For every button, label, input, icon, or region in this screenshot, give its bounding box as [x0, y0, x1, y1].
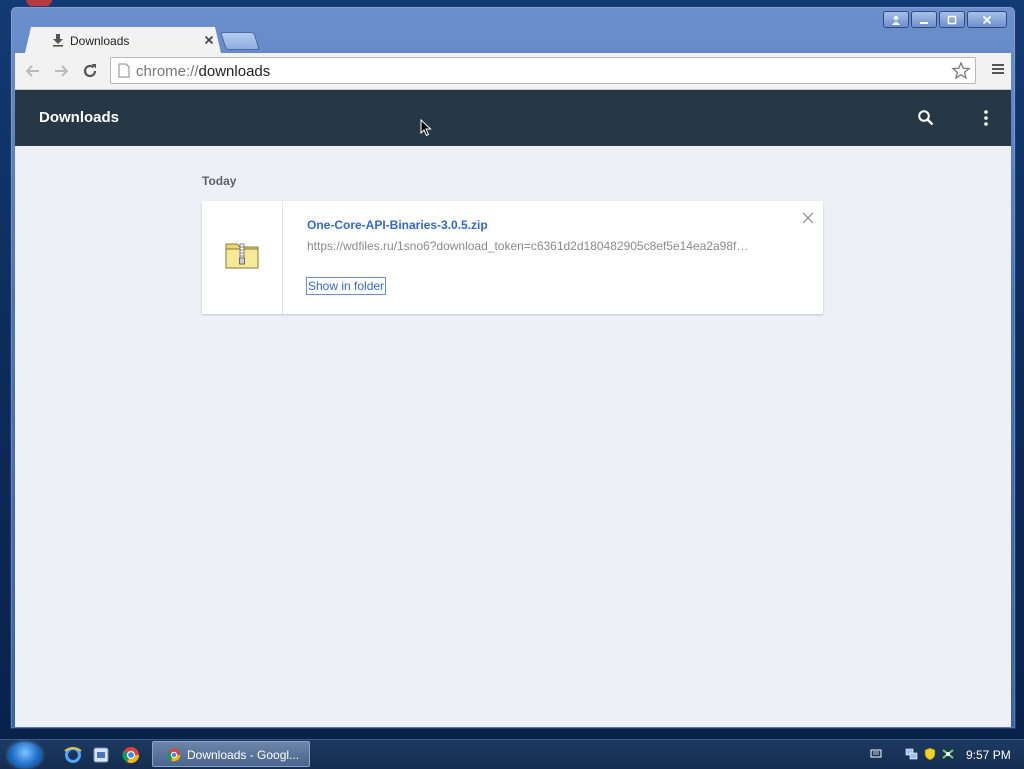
download-source-url[interactable]: https://wdfiles.ru/1sno6?download_token=… [307, 239, 782, 253]
file-icon-column [202, 201, 283, 314]
chrome-icon [167, 748, 181, 762]
reload-button[interactable] [80, 61, 100, 81]
tab-downloads[interactable]: Downloads [25, 27, 221, 53]
keyboard-icon[interactable] [870, 747, 882, 759]
minimize-button[interactable] [911, 11, 937, 28]
close-window-button[interactable] [967, 11, 1007, 28]
tab-close-icon[interactable] [203, 34, 215, 46]
internet-explorer-icon[interactable] [64, 746, 82, 764]
zip-folder-icon [225, 243, 259, 269]
downloads-page: Downloads Today One-Core-API-Binaries-3.… [15, 90, 1011, 727]
chrome-icon[interactable] [122, 746, 140, 764]
user-icon [892, 15, 900, 25]
download-file-name-link[interactable]: One-Core-API-Binaries-3.0.5.zip [307, 218, 488, 232]
window-controls [883, 11, 1007, 28]
download-icon [51, 33, 65, 47]
close-window-icon [982, 15, 992, 24]
browser-window: Downloads chrome://downloads Downloads T… [10, 6, 1016, 729]
forward-button[interactable] [51, 61, 71, 81]
page-icon [118, 63, 130, 78]
address-scheme: chrome:// [136, 63, 199, 80]
forward-arrow-icon [55, 65, 69, 77]
back-button[interactable] [23, 61, 43, 81]
reload-icon [83, 64, 97, 78]
taskbar-window-button[interactable]: Downloads - Googl... [152, 741, 310, 767]
tab-title: Downloads [70, 34, 130, 48]
taskbar: Downloads - Googl... 9:57 PM [0, 739, 1024, 769]
clock[interactable]: 9:57 PM [966, 748, 1011, 762]
new-tab-button[interactable] [220, 32, 260, 50]
user-profile-button[interactable] [883, 11, 909, 28]
date-section-label: Today [202, 174, 237, 188]
address-path: downloads [198, 63, 271, 80]
maximize-button[interactable] [939, 11, 965, 28]
hamburger-menu-icon[interactable] [991, 62, 1005, 76]
star-icon[interactable] [951, 61, 971, 81]
minimize-icon [920, 21, 928, 24]
toolbar: chrome://downloads [15, 53, 1011, 90]
taskbar-window-label: Downloads - Googl... [187, 748, 300, 762]
search-icon[interactable] [917, 109, 935, 127]
close-icon[interactable] [802, 212, 814, 224]
restore-icon [947, 15, 957, 24]
page-header: Downloads [15, 90, 1011, 146]
start-button[interactable] [8, 742, 42, 768]
show-in-folder-button[interactable]: Show in folder [306, 277, 387, 295]
address-bar[interactable]: chrome://downloads [110, 57, 976, 84]
page-title: Downloads [39, 109, 120, 126]
security-shield-icon[interactable] [923, 747, 937, 761]
address-url: chrome://downloads [136, 63, 270, 80]
download-item: One-Core-API-Binaries-3.0.5.zip https://… [202, 201, 823, 314]
mouse-cursor-icon [420, 119, 432, 137]
back-arrow-icon [25, 65, 39, 77]
network-icon[interactable] [905, 747, 919, 761]
more-vert-icon[interactable] [983, 109, 989, 127]
file-explorer-icon[interactable] [92, 746, 110, 764]
action-center-icon[interactable] [941, 747, 955, 761]
